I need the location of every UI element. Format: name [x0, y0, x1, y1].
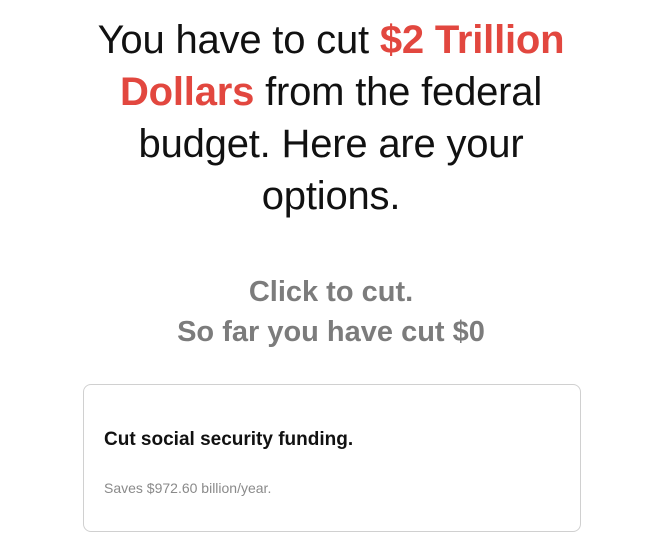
headline-line-1: You have to cut $2 Trillion	[0, 14, 662, 66]
headline-line-2: Dollars from the federal	[0, 66, 662, 118]
page-headline: You have to cut $2 Trillion Dollars from…	[0, 14, 662, 222]
option-card-social-security[interactable]: Cut social security funding. Saves $972.…	[83, 384, 581, 532]
headline-text: from the federal	[254, 70, 543, 114]
headline-line-4: options.	[261, 174, 401, 218]
total-cut-status: So far you have cut $0	[177, 316, 485, 348]
option-savings: Saves $972.60 billion/year.	[104, 480, 272, 496]
click-instruction: Click to cut.	[248, 276, 414, 308]
option-title: Cut social security funding.	[104, 429, 354, 450]
instruction-block: Click to cut. So far you have cut $0	[0, 272, 662, 352]
headline-amount-unit: Dollars	[119, 70, 255, 114]
headline-amount: $2 Trillion	[379, 18, 565, 62]
headline-line-3: budget. Here are your	[138, 122, 524, 166]
headline-text: You have to cut	[97, 18, 380, 62]
